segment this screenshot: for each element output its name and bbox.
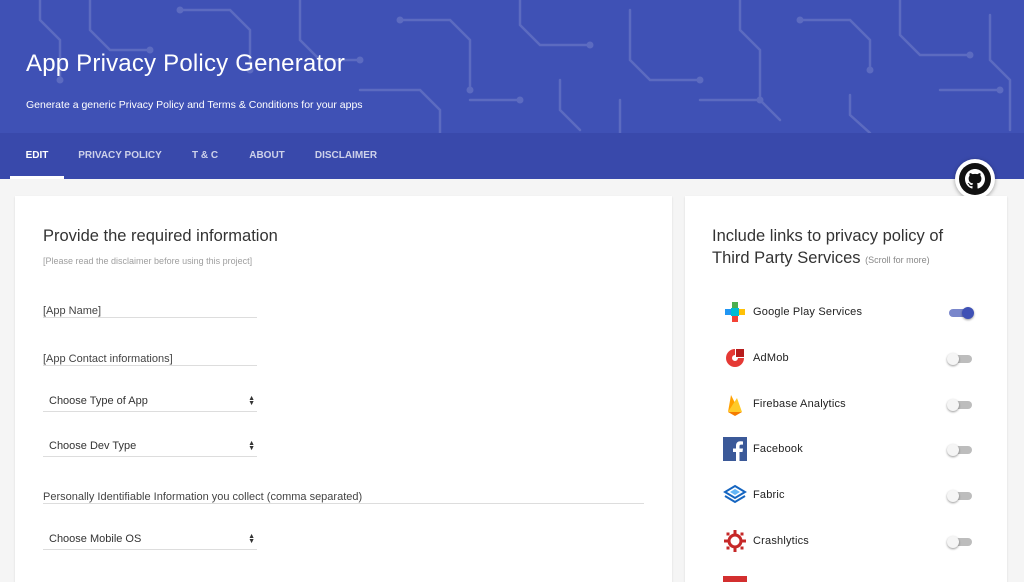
service-name: Crashlytics <box>753 535 809 547</box>
service-row-admob: AdMob <box>723 344 983 374</box>
toggle-knob <box>947 536 959 548</box>
toggle-knob <box>947 490 959 502</box>
firebase-toggle[interactable] <box>947 399 975 411</box>
toggle-knob <box>962 307 974 319</box>
fabric-toggle[interactable] <box>947 490 975 502</box>
page-title: App Privacy Policy Generator <box>26 50 346 77</box>
service-row-crashlytics: Crashlytics <box>723 527 983 557</box>
form-title: Provide the required information <box>43 227 278 245</box>
service-name: Firebase Analytics <box>753 398 846 410</box>
service-name: Fabric <box>753 489 785 501</box>
header-banner: App Privacy Policy Generator Generate a … <box>0 0 1024 133</box>
third-party-title-line2: Third Party Services (Scroll for more) <box>712 249 930 268</box>
toggle-knob <box>947 353 959 365</box>
crashlytics-toggle[interactable] <box>947 536 975 548</box>
scroll-hint: (Scroll for more) <box>865 255 930 265</box>
admob-icon <box>726 349 744 367</box>
google-play-services-icon <box>725 302 745 322</box>
page-subtitle: Generate a generic Privacy Policy and Te… <box>26 99 363 111</box>
toggle-knob <box>947 399 959 411</box>
toggle-knob <box>947 444 959 456</box>
tab-bar: EDIT PRIVACY POLICY T & C ABOUT DISCLAIM… <box>0 133 1024 179</box>
dev-type-selected: Choose Dev Type <box>49 440 137 452</box>
mobile-os-selected: Choose Mobile OS <box>49 533 142 545</box>
tab-terms-conditions[interactable]: T & C <box>180 133 230 179</box>
app-name-field <box>43 301 257 318</box>
service-name: Facebook <box>753 443 803 455</box>
service-row-google-play: Google Play Services <box>723 298 983 328</box>
app-name-input[interactable] <box>43 305 257 317</box>
mobile-os-select[interactable]: Choose Mobile OS ▲ ▼ <box>43 533 257 550</box>
app-contact-field <box>43 349 257 366</box>
select-arrows-icon: ▲ ▼ <box>248 440 255 452</box>
info-form-card <box>15 196 672 582</box>
tab-about[interactable]: ABOUT <box>244 133 290 179</box>
tab-privacy-policy[interactable]: PRIVACY POLICY <box>74 133 166 179</box>
pii-input[interactable] <box>43 491 644 503</box>
tab-edit[interactable]: EDIT <box>10 133 64 179</box>
service-row-fabric: Fabric <box>723 481 983 511</box>
disclaimer-note: [Please read the disclaimer before using… <box>43 256 253 266</box>
github-icon <box>959 163 991 195</box>
github-button[interactable] <box>955 159 995 199</box>
app-type-select[interactable]: Choose Type of App ▲ ▼ <box>43 395 257 412</box>
third-party-title-text: Third Party Services <box>712 249 861 267</box>
service-row-firebase: Firebase Analytics <box>723 390 983 420</box>
facebook-icon <box>723 437 747 461</box>
pii-field <box>43 487 644 504</box>
third-party-title-line1: Include links to privacy policy of <box>712 227 944 245</box>
service-name: Google Play Services <box>753 306 863 318</box>
crashlytics-icon <box>724 530 746 552</box>
service-name: AdMob <box>753 352 789 364</box>
dev-type-select[interactable]: Choose Dev Type ▲ ▼ <box>43 440 257 457</box>
select-arrows-icon: ▲ ▼ <box>248 533 255 545</box>
active-tab-indicator <box>10 176 64 179</box>
app-contact-input[interactable] <box>43 353 257 365</box>
facebook-toggle[interactable] <box>947 444 975 456</box>
google-play-toggle[interactable] <box>947 307 975 319</box>
fabric-icon <box>723 484 747 504</box>
next-service-icon-partial <box>723 576 747 582</box>
app-type-selected: Choose Type of App <box>49 395 148 407</box>
select-arrows-icon: ▲ ▼ <box>248 395 255 407</box>
tab-disclaimer[interactable]: DISCLAIMER <box>306 133 386 179</box>
service-row-facebook: Facebook <box>723 435 983 465</box>
admob-toggle[interactable] <box>947 353 975 365</box>
firebase-icon <box>728 395 742 416</box>
